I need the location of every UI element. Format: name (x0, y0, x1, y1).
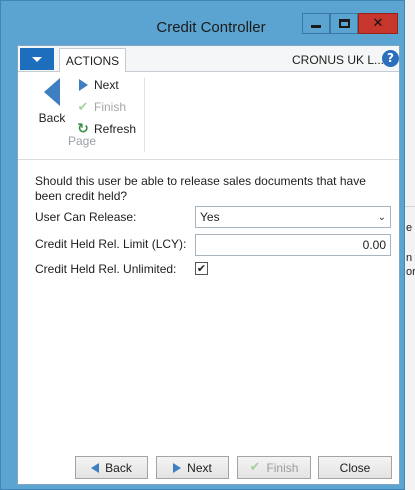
ribbon-finish-button[interactable]: ✔ Finish (76, 97, 126, 117)
ribbon-tab-row: ACTIONS CRONUS UK L... ? (18, 46, 399, 73)
close-icon: ✕ (372, 16, 384, 31)
back-button[interactable]: Back (75, 456, 148, 479)
close-button-label: Close (339, 460, 371, 475)
ribbon-next-button[interactable]: Next (76, 75, 119, 95)
background-text: e (406, 222, 413, 234)
next-arrow-icon (173, 462, 182, 473)
next-arrow-icon (76, 78, 90, 92)
maximize-button[interactable] (330, 13, 358, 34)
user-can-release-value: Yes (200, 210, 220, 224)
back-arrow-icon (91, 462, 100, 473)
checkmark-icon: ✔ (77, 99, 89, 115)
credit-held-unlimited-checkbox[interactable]: ✔ (195, 262, 208, 275)
application-menu-button[interactable] (20, 48, 54, 70)
back-button-label: Back (105, 460, 132, 475)
credit-held-limit-label: Credit Held Rel. Limit (LCY): (35, 237, 187, 251)
minimize-button[interactable] (302, 13, 330, 34)
title-bar[interactable]: Credit Controller ✕ (1, 1, 404, 43)
user-can-release-select[interactable]: Yes ⌄ (195, 206, 391, 228)
next-button-label: Next (187, 460, 212, 475)
help-icon[interactable]: ? (382, 50, 399, 67)
tab-actions[interactable]: ACTIONS (59, 48, 126, 73)
ribbon-back-button[interactable]: Back (32, 78, 72, 126)
wizard-window: Credit Controller ✕ ACTIONS CRONUS UK L.… (0, 0, 405, 490)
credit-held-limit-input[interactable]: 0.00 (195, 234, 391, 256)
caret-down-icon (32, 56, 42, 62)
checkmark-icon: ✔ (196, 262, 207, 275)
finish-button[interactable]: ✔ Finish (237, 456, 311, 479)
ribbon-next-label: Next (94, 78, 119, 92)
maximize-icon (338, 19, 350, 28)
ribbon-group-divider (144, 78, 145, 152)
chevron-down-icon: ⌄ (377, 212, 386, 223)
client-area: ACTIONS CRONUS UK L... ? Back Next ✔ Fin… (17, 45, 400, 485)
back-arrow-icon (44, 78, 60, 106)
ribbon-group-label: Page (68, 134, 97, 148)
ribbon-back-label: Back (38, 111, 66, 125)
close-window-button[interactable]: ✕ (358, 13, 398, 34)
background-text: n (406, 252, 413, 264)
next-button[interactable]: Next (156, 456, 229, 479)
wizard-question: Should this user be able to release sale… (35, 174, 366, 203)
ribbon-finish-label: Finish (94, 100, 127, 114)
credit-held-limit-value: 0.00 (362, 238, 386, 252)
ribbon-refresh-label: Refresh (94, 122, 137, 136)
user-can-release-label: User Can Release: (35, 210, 137, 224)
minimize-icon (311, 25, 321, 28)
company-name[interactable]: CRONUS UK L... (292, 53, 384, 67)
credit-held-unlimited-label: Credit Held Rel. Unlimited: (35, 262, 177, 276)
checkmark-icon: ✔ (249, 460, 261, 475)
background-text: or (406, 266, 415, 278)
close-button[interactable]: Close (318, 456, 392, 479)
finish-button-label: Finish (266, 460, 299, 475)
